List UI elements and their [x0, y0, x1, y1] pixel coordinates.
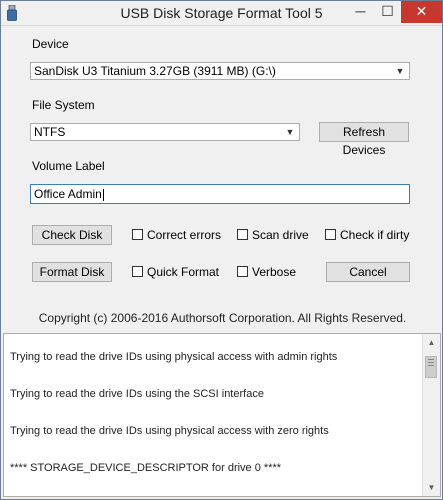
device-label: Device [32, 37, 69, 51]
log-line: Trying to read the drive IDs using the S… [10, 388, 264, 400]
correct-errors-label: Correct errors [147, 228, 222, 242]
log-line: Trying to read the drive IDs using physi… [10, 425, 329, 437]
triangle-down-icon[interactable]: ▼ [423, 479, 440, 496]
scrollbar-thumb[interactable] [425, 356, 437, 378]
check-if-dirty-label: Check if dirty [340, 228, 410, 242]
check-if-dirty-checkbox[interactable]: Check if dirty [325, 228, 409, 244]
verbose-label: Verbose [252, 265, 297, 279]
app-window: USB Disk Storage Format Tool 5 ─ ☐ ✕ Dev… [0, 0, 443, 500]
device-select-value: SanDisk U3 Titanium 3.27GB (3911 MB) (G:… [34, 64, 276, 78]
log-scrollbar[interactable]: ▲ ▼ [422, 334, 440, 496]
log-output[interactable]: Trying to read the drive IDs using physi… [3, 333, 441, 497]
correct-errors-checkbox[interactable]: Correct errors [132, 228, 222, 244]
text-caret [102, 188, 104, 201]
close-button[interactable]: ✕ [401, 1, 442, 23]
log-line: Trying to read the drive IDs using physi… [10, 351, 338, 363]
refresh-devices-button[interactable]: Refresh Devices [319, 122, 409, 157]
scan-drive-label: Scan drive [252, 228, 309, 242]
chevron-down-icon: ▼ [285, 127, 295, 137]
log-line: **** STORAGE_DEVICE_DESCRIPTOR for drive… [10, 462, 282, 474]
checkbox-box [237, 266, 248, 277]
file-system-select[interactable]: NTFS ▼ [30, 123, 300, 141]
checkbox-box [132, 266, 143, 277]
chevron-down-icon: ▼ [395, 66, 405, 76]
quick-format-checkbox[interactable]: Quick Format [132, 265, 220, 281]
cancel-button[interactable]: Cancel [326, 262, 410, 282]
triangle-up-icon[interactable]: ▲ [423, 334, 440, 351]
format-disk-button[interactable]: Format Disk [32, 262, 112, 282]
scan-drive-checkbox[interactable]: Scan drive [237, 228, 309, 244]
volume-label-value: Office Admin [34, 187, 102, 201]
device-select[interactable]: SanDisk U3 Titanium 3.27GB (3911 MB) (G:… [30, 62, 410, 80]
volume-label-label: Volume Label [32, 159, 105, 173]
title-bar[interactable]: USB Disk Storage Format Tool 5 ─ ☐ ✕ [1, 1, 442, 26]
volume-label-input[interactable]: Office Admin [30, 184, 410, 204]
copyright-text: Copyright (c) 2006-2016 Authorsoft Corpo… [38, 311, 407, 325]
minimize-button[interactable]: ─ [347, 1, 374, 23]
verbose-checkbox[interactable]: Verbose [237, 265, 297, 281]
file-system-label: File System [32, 98, 95, 112]
checkbox-box [237, 229, 248, 240]
file-system-select-value: NTFS [34, 125, 66, 139]
checkbox-box [325, 229, 336, 240]
maximize-button[interactable]: ☐ [374, 1, 401, 23]
check-disk-button[interactable]: Check Disk [32, 225, 112, 245]
checkbox-box [132, 229, 143, 240]
quick-format-label: Quick Format [147, 265, 220, 279]
